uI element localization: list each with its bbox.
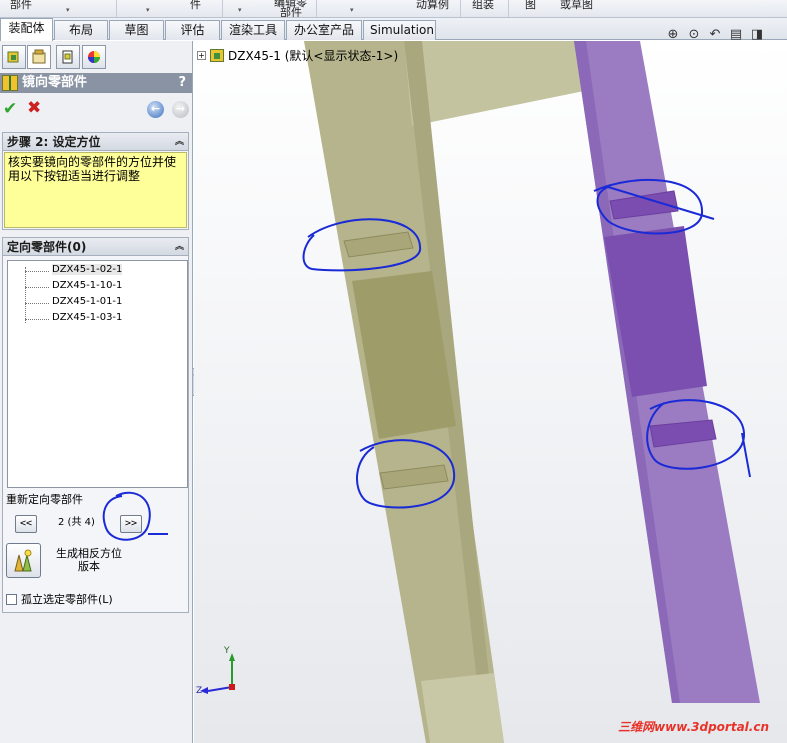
y-axis-label: Y xyxy=(223,646,230,656)
coordinate-triad: Y Z xyxy=(196,646,235,696)
mirror-components-icon xyxy=(2,75,18,91)
list-item[interactable]: DZX45-1-10-1 xyxy=(52,280,122,291)
configuration-icon xyxy=(62,50,73,64)
tab-render-tools[interactable]: 渲染工具 xyxy=(221,20,285,40)
tab-assembly[interactable]: 装配体 xyxy=(0,18,53,41)
isolate-checkbox[interactable]: 孤立选定零部件(L) xyxy=(6,591,113,607)
left-part-top-block[interactable] xyxy=(404,41,584,126)
previous-view-icon[interactable]: ↶ xyxy=(706,26,724,44)
opposite-hand-icon xyxy=(14,549,32,572)
color-wheel-icon xyxy=(88,51,100,63)
create-opposite-hand-button[interactable] xyxy=(6,543,41,578)
isolate-label: 孤立选定零部件(L) xyxy=(21,593,113,606)
property-manager-tab[interactable] xyxy=(27,45,51,69)
create-opposite-hand-label: 生成相反方位 版本 xyxy=(56,547,122,573)
step-group: 步骤 2: 设定方位 ︽ 核实要镜向的零部件的方位并使用以下按钮适当进行调整 xyxy=(2,132,189,230)
ribbon-label[interactable]: 部件 xyxy=(10,0,32,12)
view-orientation-icon[interactable]: ◨ xyxy=(748,26,766,44)
collapse-icon[interactable]: ︽ xyxy=(175,238,184,256)
ribbon-label[interactable]: 组装 xyxy=(472,0,494,12)
tab-simulation[interactable]: Simulation xyxy=(363,20,436,40)
collapse-icon[interactable]: ︽ xyxy=(175,133,184,151)
zoom-to-fit-icon[interactable]: ⊕ xyxy=(664,26,682,44)
ribbon-label[interactable]: 件 xyxy=(190,0,201,12)
feature-tree-root[interactable]: + DZX45-1 (默认<显示状态-1>) xyxy=(197,47,398,64)
tab-office-products[interactable]: 办公室产品 xyxy=(286,20,362,40)
model-scene xyxy=(302,41,760,743)
z-axis-label: Z xyxy=(196,686,202,696)
previous-component-button[interactable]: << xyxy=(15,515,37,533)
component-list[interactable]: DZX45-1-02-1 DZX45-1-10-1 DZX45-1-01-1 D… xyxy=(7,260,188,488)
ribbon-label[interactable]: 图 xyxy=(525,0,536,12)
tab-evaluate[interactable]: 评估 xyxy=(165,20,220,40)
annotation-markup xyxy=(102,491,168,541)
ok-button[interactable]: ✔ xyxy=(3,99,17,119)
list-item[interactable]: DZX45-1-01-1 xyxy=(52,296,122,307)
orient-group-title: 定向零部件(0) xyxy=(7,240,87,254)
tab-layout[interactable]: 布局 xyxy=(54,20,108,40)
step-group-header[interactable]: 步骤 2: 设定方位 ︽ xyxy=(3,133,188,151)
ribbon-overflow-strip: 部件 ▾ ▾ 件 ▾ 编辑零 部件 ▾ 动算例 组装 图 或草图 xyxy=(0,0,787,18)
heads-up-view-toolbar: ⊕ ⊙ ↶ ▤ ◨ xyxy=(664,26,766,44)
property-manager-title-bar: 镜向零部件 ? xyxy=(0,73,192,93)
ribbon-label[interactable]: 或草图 xyxy=(560,0,593,12)
orient-group-header[interactable]: 定向零部件(0) ︽ xyxy=(3,238,188,256)
cancel-button[interactable]: ✖ xyxy=(27,98,41,118)
zoom-area-icon[interactable]: ⊙ xyxy=(685,26,703,44)
watermark: 三维网www.3dportal.cn xyxy=(618,720,769,734)
right-part-slot-center[interactable] xyxy=(604,226,707,397)
list-item[interactable]: DZX45-1-03-1 xyxy=(52,312,122,323)
list-item[interactable]: DZX45-1-02-1 xyxy=(52,264,123,275)
action-row: ✔ ✖ ← → xyxy=(0,98,192,121)
message-box: 核实要镜向的零部件的方位并使用以下按钮适当进行调整 xyxy=(4,152,187,228)
feature-manager-tab[interactable] xyxy=(2,45,26,69)
tab-sketch[interactable]: 草图 xyxy=(109,20,164,40)
property-icon xyxy=(32,49,46,64)
ribbon-label[interactable]: 动算例 xyxy=(416,0,449,12)
checkbox-box[interactable] xyxy=(6,593,17,605)
expand-icon[interactable]: + xyxy=(197,51,206,60)
property-manager-panel: 镜向零部件 ? ✔ ✖ ← → 步骤 2: 设定方位 ︽ 核实要镜向的零部件的方… xyxy=(0,41,193,743)
assembly-icon xyxy=(210,49,224,62)
ribbon-label[interactable]: 部件 xyxy=(280,4,302,17)
reorient-label: 重新定向零部件 xyxy=(6,493,83,506)
page-title: 镜向零部件 xyxy=(22,75,88,90)
configuration-manager-tab[interactable] xyxy=(56,45,80,69)
page-count: 2 (共 4) xyxy=(58,517,95,528)
help-button[interactable]: ? xyxy=(178,73,186,93)
assembly-tree-icon xyxy=(7,51,19,63)
tree-root-label: DZX45-1 (默认<显示状态-1>) xyxy=(228,49,399,63)
step-group-title: 步骤 2: 设定方位 xyxy=(7,135,101,149)
section-view-icon[interactable]: ▤ xyxy=(727,26,745,44)
graphics-viewport[interactable]: + DZX45-1 (默认<显示状态-1>) Y Z 三维网www.3dport… xyxy=(194,41,787,743)
back-button[interactable]: ← xyxy=(147,101,164,118)
next-button: → xyxy=(172,101,189,118)
display-manager-tab[interactable] xyxy=(82,45,106,69)
